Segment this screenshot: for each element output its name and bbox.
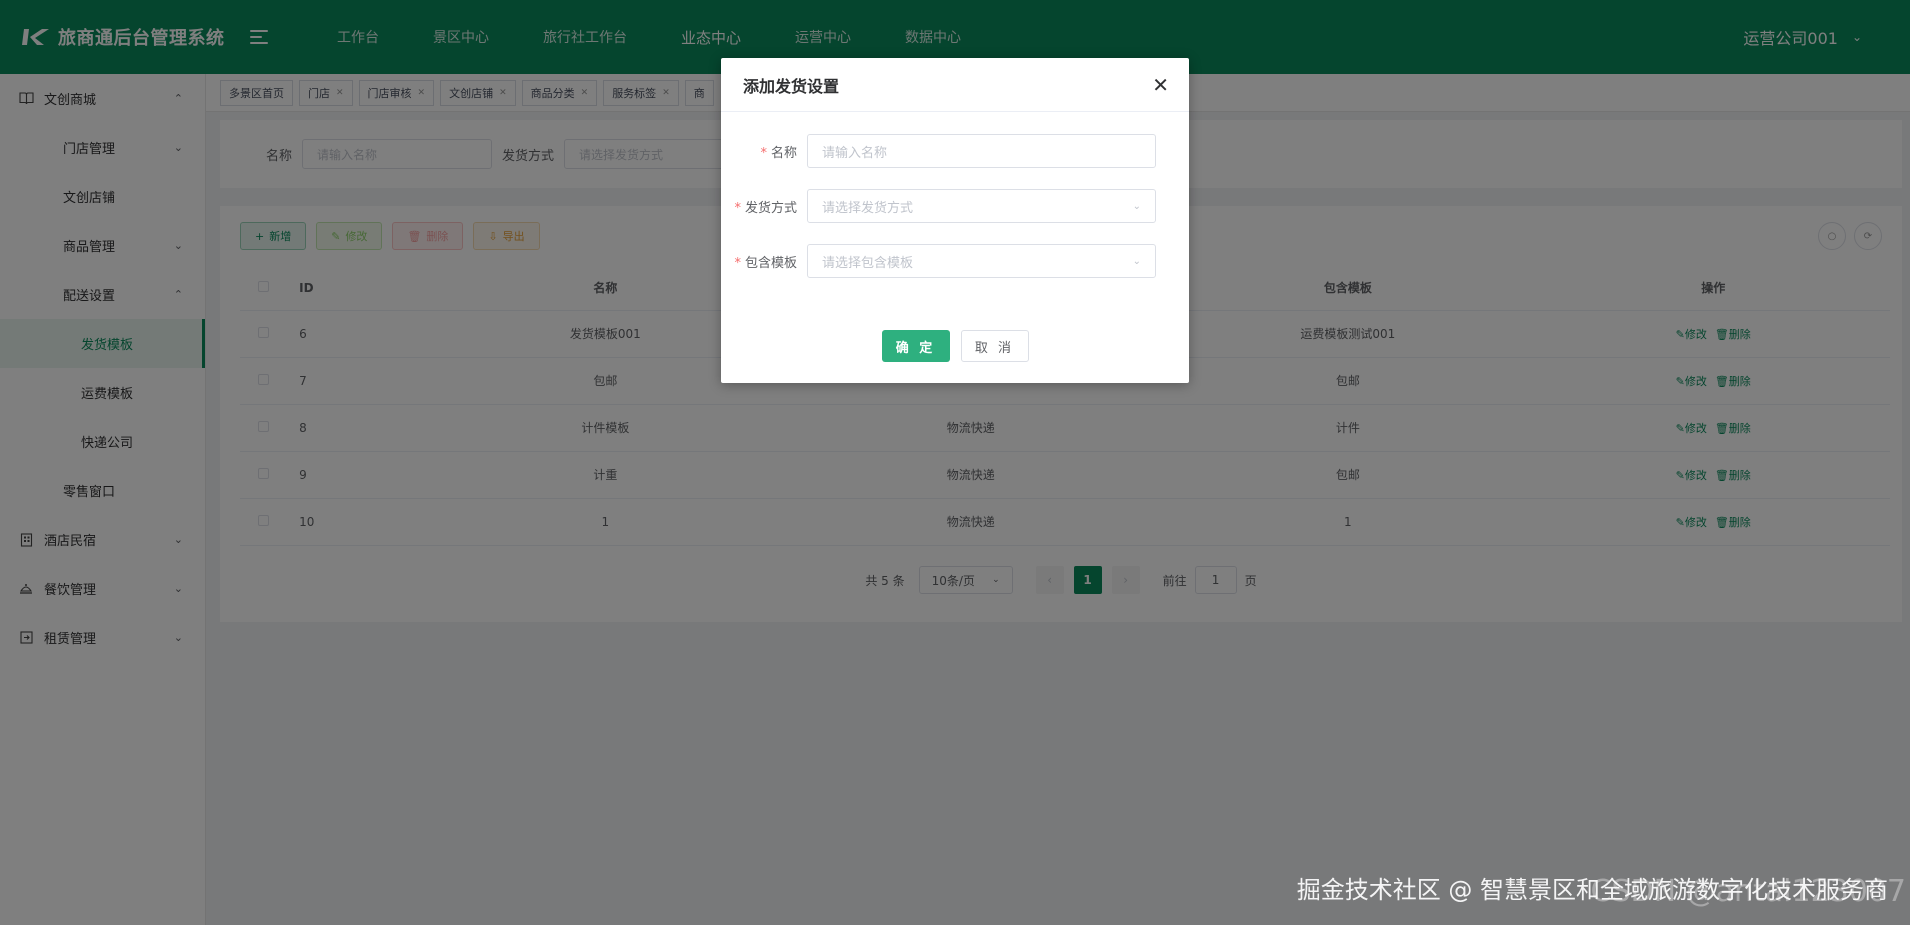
method-field-label: * 发货方式 — [734, 200, 797, 216]
template-field-label: * 包含模板 — [734, 255, 797, 271]
template-select[interactable]: 请选择包含模板 ⌄ — [807, 244, 1156, 278]
name-field-label: * 名称 — [760, 145, 797, 161]
dialog-header: 添加发货设置 ✕ — [721, 58, 1189, 112]
close-icon[interactable]: ✕ — [1152, 73, 1169, 97]
form-row-template: * 包含模板 请选择包含模板 ⌄ — [721, 244, 1189, 278]
chevron-down-icon: ⌄ — [1132, 255, 1141, 267]
dialog-actions: 确 定 取 消 — [721, 330, 1189, 362]
method-select[interactable]: 请选择发货方式 ⌄ — [807, 189, 1156, 223]
dialog-title: 添加发货设置 — [743, 76, 840, 96]
form-row-name: * 名称 请输入名称 — [721, 134, 1189, 168]
confirm-button[interactable]: 确 定 — [881, 330, 950, 362]
form-row-method: * 发货方式 请选择发货方式 ⌄ — [721, 189, 1189, 223]
name-field[interactable]: 请输入名称 — [807, 134, 1156, 168]
add-shipping-dialog: 添加发货设置 ✕ * 名称 请输入名称 * 发货方式 请选择发货方式 ⌄ * 包含模板 … — [721, 58, 1189, 383]
chevron-down-icon: ⌄ — [1132, 200, 1141, 212]
watermark-juejin: 掘金技术社区 @ 智慧景区和全域旅游数字化技术服务商 — [1296, 876, 1888, 904]
cancel-button[interactable]: 取 消 — [960, 330, 1029, 362]
